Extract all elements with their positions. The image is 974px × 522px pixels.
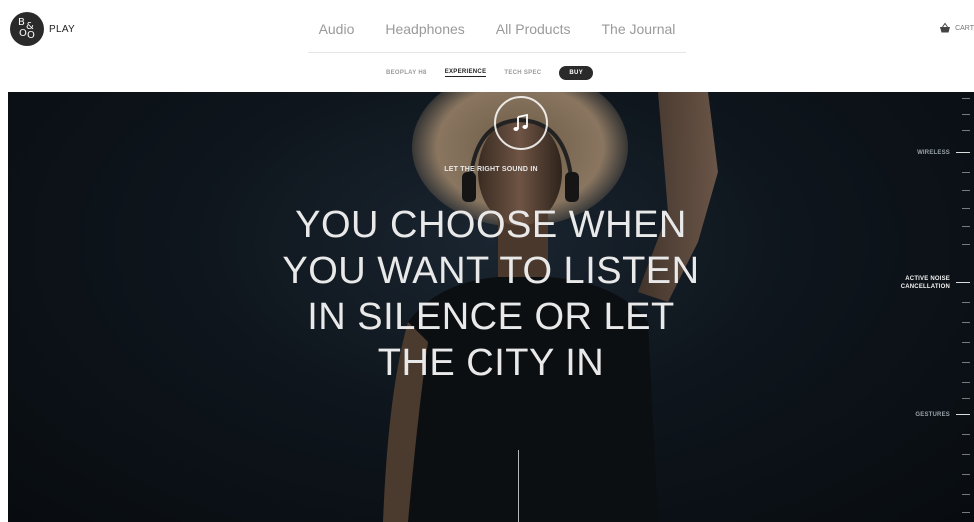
section-link-active-noise-cancellation[interactable]: ACTIVE NOISE CANCELLATION (880, 275, 950, 291)
headline-line: IN SILENCE OR LET (307, 296, 675, 338)
hero-headline: YOU CHOOSE WHEN YOU WANT TO LISTEN IN SI… (8, 202, 974, 386)
logo-letter: B (18, 17, 25, 28)
section-link-gestures[interactable]: GESTURES (915, 411, 950, 419)
hero-section: LET THE RIGHT SOUND IN YOU CHOOSE WHEN Y… (8, 92, 974, 522)
progress-tick[interactable] (962, 342, 970, 343)
progress-tick[interactable] (962, 322, 970, 323)
progress-tick[interactable] (962, 190, 970, 191)
subnav-item-tech-spec[interactable]: TECH SPEC (504, 70, 541, 76)
brand-logo[interactable]: B & O O PLAY (10, 12, 75, 46)
progress-tick[interactable] (962, 512, 970, 513)
headline-line: THE CITY IN (377, 342, 605, 384)
hero-eyebrow: LET THE RIGHT SOUND IN (444, 166, 538, 173)
progress-tick[interactable] (956, 282, 970, 283)
progress-tick[interactable] (962, 130, 970, 131)
main-nav: Audio Headphones All Products The Journa… (308, 16, 686, 53)
progress-tick[interactable] (962, 172, 970, 173)
progress-tick[interactable] (962, 474, 970, 475)
scroll-indicator (518, 450, 519, 522)
progress-tick[interactable] (962, 494, 970, 495)
progress-tick[interactable] (962, 302, 970, 303)
section-progress-nav: WIRELESS ACTIVE NOISE CANCELLATION GESTU… (894, 92, 974, 522)
headline-line: YOU WANT TO LISTEN (282, 250, 700, 292)
progress-tick[interactable] (962, 434, 970, 435)
logo-letter: O (27, 30, 35, 41)
logo-mark: B & O O (10, 12, 44, 46)
nav-link-journal[interactable]: The Journal (601, 16, 675, 52)
section-link-wireless[interactable]: WIRELESS (917, 149, 950, 157)
progress-tick[interactable] (962, 362, 970, 363)
nav-link-headphones[interactable]: Headphones (385, 16, 464, 52)
progress-tick[interactable] (962, 454, 970, 455)
headline-line: YOU CHOOSE WHEN (295, 204, 687, 246)
nav-link-all-products[interactable]: All Products (496, 16, 571, 52)
progress-tick[interactable] (962, 226, 970, 227)
progress-tick[interactable] (962, 208, 970, 209)
buy-button[interactable]: BUY (559, 66, 593, 80)
cart-button[interactable]: CART (939, 22, 974, 34)
progress-tick[interactable] (956, 152, 970, 153)
progress-tick[interactable] (962, 382, 970, 383)
logo-letter: O (19, 28, 27, 39)
subnav-item-experience[interactable]: EXPERIENCE (444, 69, 487, 77)
cart-label: CART (955, 24, 974, 32)
progress-tick[interactable] (962, 244, 970, 245)
progress-tick[interactable] (962, 98, 970, 99)
basket-icon (940, 22, 951, 33)
music-note-icon (494, 96, 548, 150)
nav-link-audio[interactable]: Audio (319, 16, 355, 52)
progress-tick[interactable] (962, 398, 970, 399)
logo-text: PLAY (49, 23, 76, 35)
progress-tick[interactable] (956, 414, 970, 415)
progress-tick[interactable] (962, 114, 970, 115)
product-subnav: BEOPLAY H8 EXPERIENCE TECH SPEC BUY (386, 66, 593, 80)
subnav-item-product[interactable]: BEOPLAY H8 (386, 70, 427, 76)
